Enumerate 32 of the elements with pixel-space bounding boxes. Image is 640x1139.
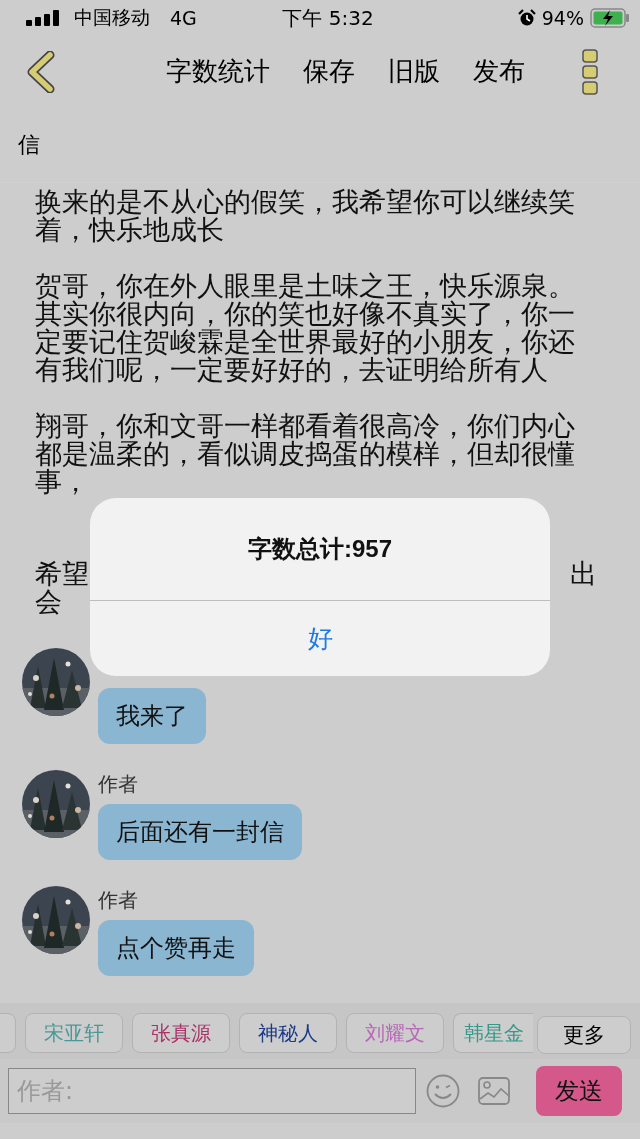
letter-text: 出 [570, 560, 597, 588]
letter-paragraph: 翔哥，你和文哥一样都看着很高冷，你们内心都是温柔的，看似调皮捣蛋的模样，但却很懂事， [35, 412, 576, 496]
image-button[interactable] [478, 1077, 510, 1105]
battery-charging-icon [590, 8, 630, 28]
carrier-name: 中国移动 [74, 5, 150, 30]
message-bubble: 我来了 [98, 688, 206, 744]
emoji-button[interactable] [426, 1074, 460, 1108]
letter-paragraph: 贺哥，你在外人眼里是土味之王，快乐源泉。其实你很内向，你的笑也好像不真实了，你一定要记住贺峻霖是全世界最好的小朋友，你还有我们呢，一定要好好的，去证明给所有人 [35, 272, 576, 384]
alert-title: 字数总计:957 [247, 534, 392, 564]
toolbar-button[interactable]: 保存 [303, 56, 355, 88]
send-button[interactable]: 发送 [536, 1066, 622, 1116]
network-type: 4G [170, 7, 197, 29]
letter-paragraph: 换来的是不从心的假笑，我希望你可以继续笑着，快乐地成长 [35, 188, 576, 244]
message-bubble: 点个赞再走 [98, 920, 254, 976]
author-name: 作者 [98, 772, 138, 796]
toolbar-button[interactable]: 旧版 [388, 56, 440, 88]
toolbar-button[interactable]: 字数统计 [166, 56, 270, 88]
ok-button[interactable]: 好 [90, 600, 550, 676]
more-menu-button[interactable] [582, 49, 598, 95]
alarm-icon [517, 9, 536, 27]
back-button[interactable] [26, 51, 56, 93]
more-button[interactable]: 更多 [537, 1016, 631, 1054]
tag-button[interactable]: 张真源 [132, 1013, 230, 1053]
tag-button[interactable]: 神秘人 [239, 1013, 337, 1053]
toolbar-button[interactable]: 发布 [473, 56, 525, 88]
letter-text: 会 [35, 588, 62, 616]
letter-text: 希望 [35, 560, 89, 588]
document-title: 信 [18, 131, 40, 159]
battery-percent: 94% [541, 7, 584, 29]
clock: 下午 5:32 [282, 4, 374, 32]
author-name: 作者 [98, 888, 138, 912]
message-bubble: 后面还有一封信 [98, 804, 302, 860]
